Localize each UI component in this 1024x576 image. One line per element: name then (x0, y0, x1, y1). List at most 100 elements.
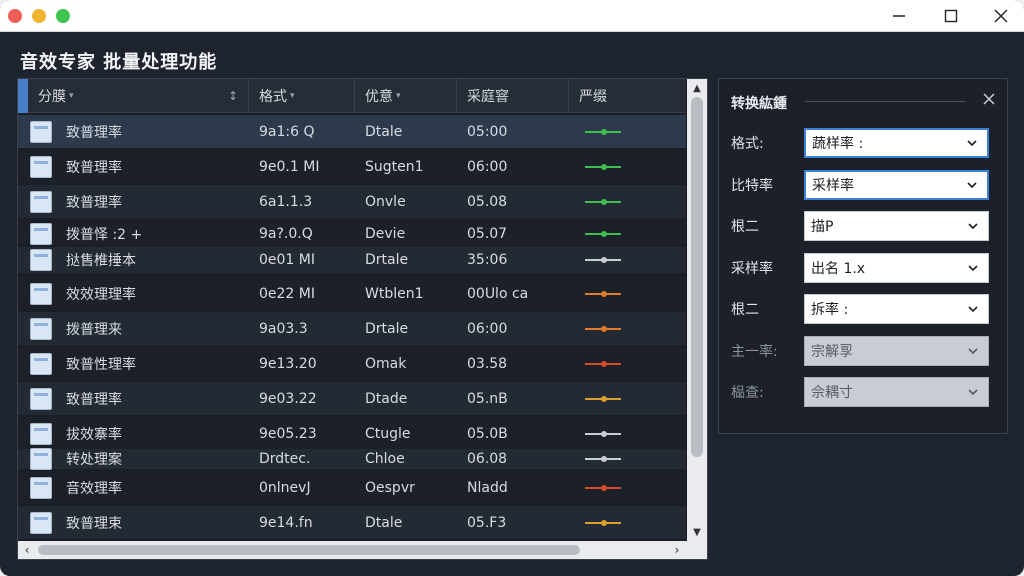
divider (805, 101, 965, 102)
file-name: 致普理率 (66, 159, 122, 176)
column-header-label: 严缀 (579, 89, 607, 105)
column-header-info[interactable]: 优意 ▾ (355, 79, 457, 113)
scroll-thumb[interactable] (691, 97, 703, 457)
table-row[interactable]: 拨普理来 9a03.3 Drtale 06:00 (18, 312, 686, 345)
waveform-icon (585, 518, 621, 528)
column-header-name[interactable]: 分膜 ▾ ↕ (28, 79, 249, 113)
file-icon (30, 317, 52, 340)
file-icon (30, 422, 52, 445)
waveform-icon (585, 324, 621, 334)
title-bar (0, 0, 1024, 32)
field-label: 根二 (731, 219, 759, 235)
column-header-rate[interactable]: 采庭窨 (457, 79, 569, 113)
file-rate: 05.08 (467, 193, 508, 210)
scroll-left-icon[interactable]: ‹ (18, 541, 36, 559)
table-row[interactable]: 致普性理率 9e13.20 Omak 03.58 (18, 347, 686, 380)
table-header: 分膜 ▾ ↕ 格式 ▾ 优意 ▾ 采庭窨 严缀 (18, 79, 686, 113)
table-row[interactable]: 致普理率 9e03.22 Dtade 05.nB (18, 382, 686, 415)
table-row[interactable]: 致普理率 9a1:6 Q Dtale 05:00 (18, 115, 686, 148)
column-header-wave[interactable]: 严缀 (569, 79, 686, 113)
column-header-label: 分膜 (38, 89, 66, 105)
minimize-dot-button[interactable] (32, 9, 46, 23)
waveform-cell (569, 162, 679, 172)
field-label: 根二 (731, 302, 759, 318)
column-header-format[interactable]: 格式 ▾ (249, 79, 355, 113)
close-dot-button[interactable] (8, 9, 22, 23)
file-rate: 05.07 (467, 226, 508, 242)
table-row[interactable]: 致普理束 9e14.fn Dtale 05.F3 (18, 506, 686, 539)
maximize-button[interactable] (928, 0, 974, 32)
settings-field-row: 比特率 采样率 (731, 169, 1001, 200)
waveform-cell (569, 229, 679, 239)
file-rate: 35:06 (467, 252, 508, 268)
waveform-icon (585, 127, 621, 137)
field-select: 宗解孠 (804, 335, 989, 366)
file-icon (30, 511, 52, 534)
waveform-cell (569, 127, 679, 137)
file-icon-cell (18, 223, 54, 245)
file-icon (30, 223, 52, 245)
table-row[interactable]: 拔效寨率 9e05.23 Ctugle 05.0B (18, 417, 686, 450)
convert-settings-panel: 转换紘鍾 格式: 蔬样率 : 比特率 采样率 根二 描P 采样率 出名 1.x 根二 拆率 : 主一… (718, 78, 1008, 434)
select-value: 蔬样率 : (812, 136, 864, 152)
table-row[interactable]: 致普理率 6a1.1.3 Onvle 05.08 (18, 185, 686, 218)
select-value: 描P (811, 219, 834, 235)
table-row[interactable]: 效效理理率 0e22 MI Wtblen1 00Ulo ca (18, 277, 686, 310)
file-rate: 06.08 (467, 451, 508, 467)
zoom-dot-button[interactable] (56, 9, 70, 23)
scroll-thumb[interactable] (38, 545, 580, 555)
chevron-down-icon (967, 181, 977, 188)
minimize-button[interactable] (876, 0, 922, 32)
file-name: 拔效寨率 (66, 426, 122, 443)
field-select: 佘耦寸 (804, 377, 989, 407)
scroll-right-icon[interactable]: › (668, 541, 686, 559)
page-title: 音效专家 批量处理功能 (20, 52, 218, 73)
table-row[interactable]: 转处理案 Drdtec. Chloe 06.08 (18, 448, 686, 470)
file-name: 挞售椎捶本 (66, 253, 136, 269)
field-select[interactable]: 描P (804, 211, 989, 241)
scroll-up-icon[interactable]: ▲ (687, 79, 707, 97)
table-row[interactable]: 音效理率 0nlnevJ Oespvr Nladd (18, 471, 686, 504)
file-name: 致普理率 (66, 194, 122, 211)
file-icon (30, 448, 52, 470)
chevron-down-icon (967, 140, 977, 147)
file-icon-cell (18, 155, 54, 178)
resize-icon[interactable]: ↕ (228, 89, 238, 103)
select-value: 拆率 : (811, 302, 849, 318)
file-format: 9e05.23 (259, 425, 317, 442)
field-select[interactable]: 采样率 (804, 169, 989, 200)
settings-field-row: 根二 描P (731, 211, 1001, 241)
settings-field-row: 格式: 蔬样率 : (731, 128, 1001, 158)
field-select[interactable]: 蔬样率 : (804, 128, 989, 158)
table-row[interactable]: 挞售椎捶本 0e01 MI Drtale 35:06 (18, 247, 686, 273)
horizontal-scrollbar[interactable]: ‹ › (18, 541, 707, 559)
file-format: 9e13.20 (259, 355, 317, 372)
app-window: 音效专家 批量处理功能 分膜 ▾ ↕ 格式 ▾ 优意 ▾ 采庭窨 严缀 致普理率… (0, 0, 1024, 576)
file-icon (30, 282, 52, 305)
file-icon-cell (18, 511, 54, 534)
file-rate: 06:00 (467, 320, 508, 337)
file-icon (30, 476, 52, 499)
close-icon (994, 9, 1008, 23)
vertical-scrollbar[interactable]: ▲ ▼ (687, 79, 707, 541)
settings-field-row: 榀查: 佘耦寸 (731, 377, 1001, 407)
file-name: 拨普理来 (66, 321, 122, 338)
file-info: Drtale (365, 252, 409, 268)
file-info: Wtblen1 (365, 285, 424, 302)
panel-close-button[interactable] (979, 89, 999, 109)
waveform-icon (585, 229, 621, 239)
field-label: 榀查: (731, 385, 764, 401)
settings-field-row: 主一率: 宗解孠 (731, 335, 1001, 366)
file-name: 致普理率 (66, 391, 122, 408)
chevron-down-icon (968, 389, 978, 396)
window-close-button[interactable] (978, 0, 1024, 32)
field-select[interactable]: 拆率 : (804, 294, 989, 324)
file-icon (30, 155, 52, 178)
table-row[interactable]: 致普理率 9e0.1 MI Sugten1 06:00 (18, 150, 686, 183)
file-icon (30, 190, 52, 213)
waveform-cell (569, 289, 679, 299)
file-icon-cell (18, 387, 54, 410)
table-row[interactable]: 拨普怿 :2 + 9a?.0.Q Devie 05.07 (18, 223, 686, 245)
scroll-down-icon[interactable]: ▼ (687, 523, 707, 541)
field-select[interactable]: 出名 1.x (804, 252, 989, 283)
